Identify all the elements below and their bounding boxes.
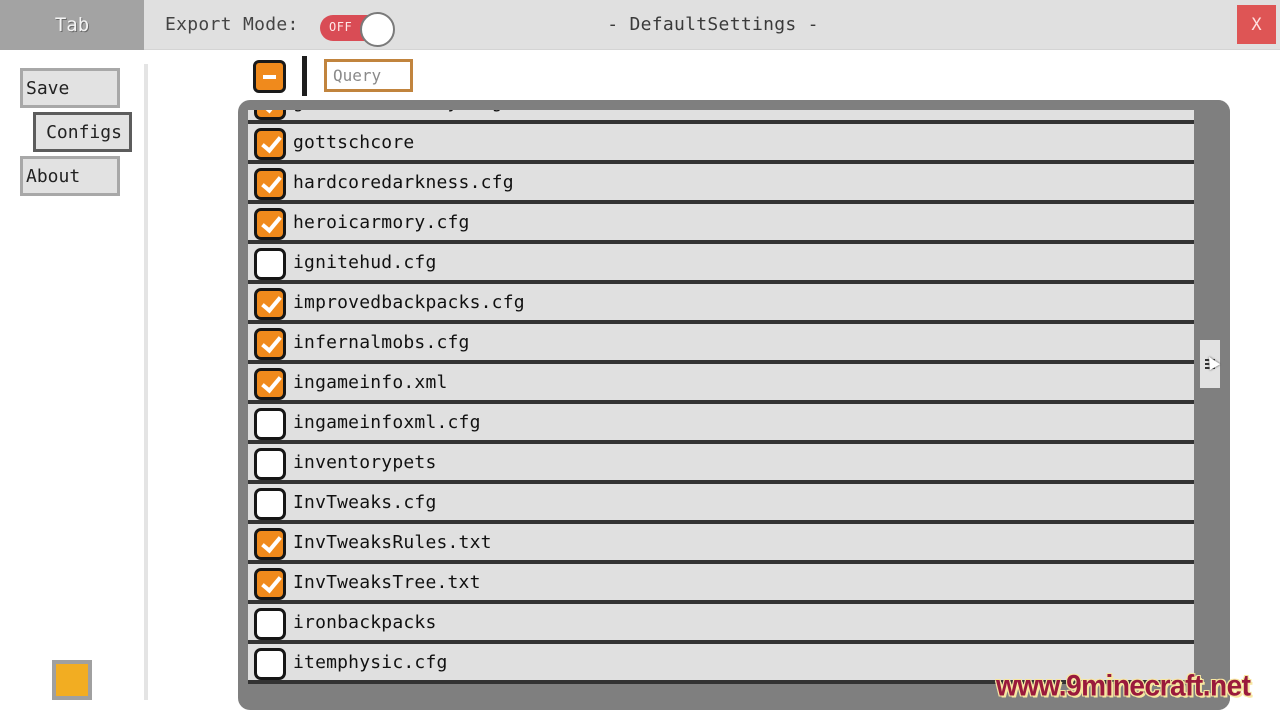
config-file-name: infernalmobs.cfg [293,332,470,353]
config-list-item[interactable]: InvTweaksRules.txt [248,524,1194,564]
config-file-name: heroicarmory.cfg [293,212,470,233]
sidebar-item-label: Configs [46,121,122,143]
config-file-name: InvTweaksRules.txt [293,532,492,553]
config-list-item[interactable]: ironbackpacks [248,604,1194,644]
tab-button[interactable]: Tab [0,0,144,50]
config-list-item[interactable]: ingameinfo.xml [248,364,1194,404]
sidebar-item-configs[interactable]: Configs [33,112,132,152]
checkbox-unchecked[interactable] [254,408,286,440]
config-list-item[interactable]: gottschcore [248,124,1194,164]
checkbox-checked[interactable] [254,568,286,600]
config-list-item[interactable]: ingameinfoxml.cfg [248,404,1194,444]
checkbox-unchecked[interactable] [254,608,286,640]
color-swatch-button[interactable] [52,660,92,700]
checkbox-checked[interactable] [254,288,286,320]
checkbox-checked[interactable] [254,168,286,200]
config-file-name: InvTweaksTree.txt [293,572,481,593]
top-bar: Tab Export Mode: OFF - DefaultSettings -… [0,0,1280,50]
minus-icon [263,75,276,79]
config-list-item[interactable]: improvedbackpacks.cfg [248,284,1194,324]
checkbox-checked[interactable] [254,368,286,400]
sidebar-item-label: Save [26,77,70,99]
config-list-item[interactable]: InvTweaks.cfg [248,484,1194,524]
checkbox-checked[interactable] [254,128,286,160]
checkbox-unchecked[interactable] [254,648,286,680]
config-file-name: InvTweaks.cfg [293,492,437,513]
config-list-item[interactable]: infernalmobs.cfg [248,324,1194,364]
config-file-name: itemphysic.cfg [293,652,448,673]
config-file-name: ingameinfo.xml [293,372,448,393]
toggle-state-label: OFF [329,20,353,34]
config-list-panel: giacomosfoundry.cfg gottschcore hardcoreda… [238,100,1230,710]
checkbox-checked[interactable] [254,208,286,240]
config-file-name: giacomosfoundry.cfg [293,110,503,113]
config-list-item[interactable]: inventorypets [248,444,1194,484]
config-file-name: inventorypets [293,452,437,473]
sidebar-item-save[interactable]: Save [20,68,120,108]
watermark: www.9minecraft.net [996,669,1251,702]
query-input[interactable] [324,59,413,92]
close-button[interactable]: X [1237,5,1276,44]
config-list-item[interactable]: ignitehud.cfg [248,244,1194,284]
config-file-name: ignitehud.cfg [293,252,437,273]
config-list[interactable]: giacomosfoundry.cfg gottschcore hardcoreda… [248,110,1194,702]
export-mode-toggle[interactable]: OFF [320,12,396,47]
config-list-item[interactable]: hardcoredarkness.cfg [248,164,1194,204]
page-title: - DefaultSettings - [607,14,819,35]
config-file-name: improvedbackpacks.cfg [293,292,525,313]
config-list-item[interactable]: giacomosfoundry.cfg [248,110,1194,124]
scrollbar-track[interactable] [1194,100,1230,710]
select-all-toggle-button[interactable] [253,60,286,93]
checkbox-checked[interactable] [254,528,286,560]
config-file-name: hardcoredarkness.cfg [293,172,514,193]
checkbox-checked[interactable] [254,328,286,360]
export-mode-label: Export Mode: [165,14,299,35]
config-file-name: gottschcore [293,132,415,153]
config-file-name: ingameinfoxml.cfg [293,412,481,433]
sidebar-divider [144,64,148,700]
checkbox-unchecked[interactable] [254,448,286,480]
config-list-inner: giacomosfoundry.cfg gottschcore hardcoreda… [248,110,1194,684]
checkbox-checked[interactable] [254,110,286,120]
config-list-item[interactable]: heroicarmory.cfg [248,204,1194,244]
sidebar-item-label: About [26,165,81,187]
checkbox-unchecked[interactable] [254,488,286,520]
config-file-name: ironbackpacks [293,612,437,633]
config-list-item[interactable]: InvTweaksTree.txt [248,564,1194,604]
checkbox-unchecked[interactable] [254,248,286,280]
sidebar-item-about[interactable]: About [20,156,120,196]
toggle-knob[interactable] [360,12,395,47]
toolbar-divider [302,56,307,96]
